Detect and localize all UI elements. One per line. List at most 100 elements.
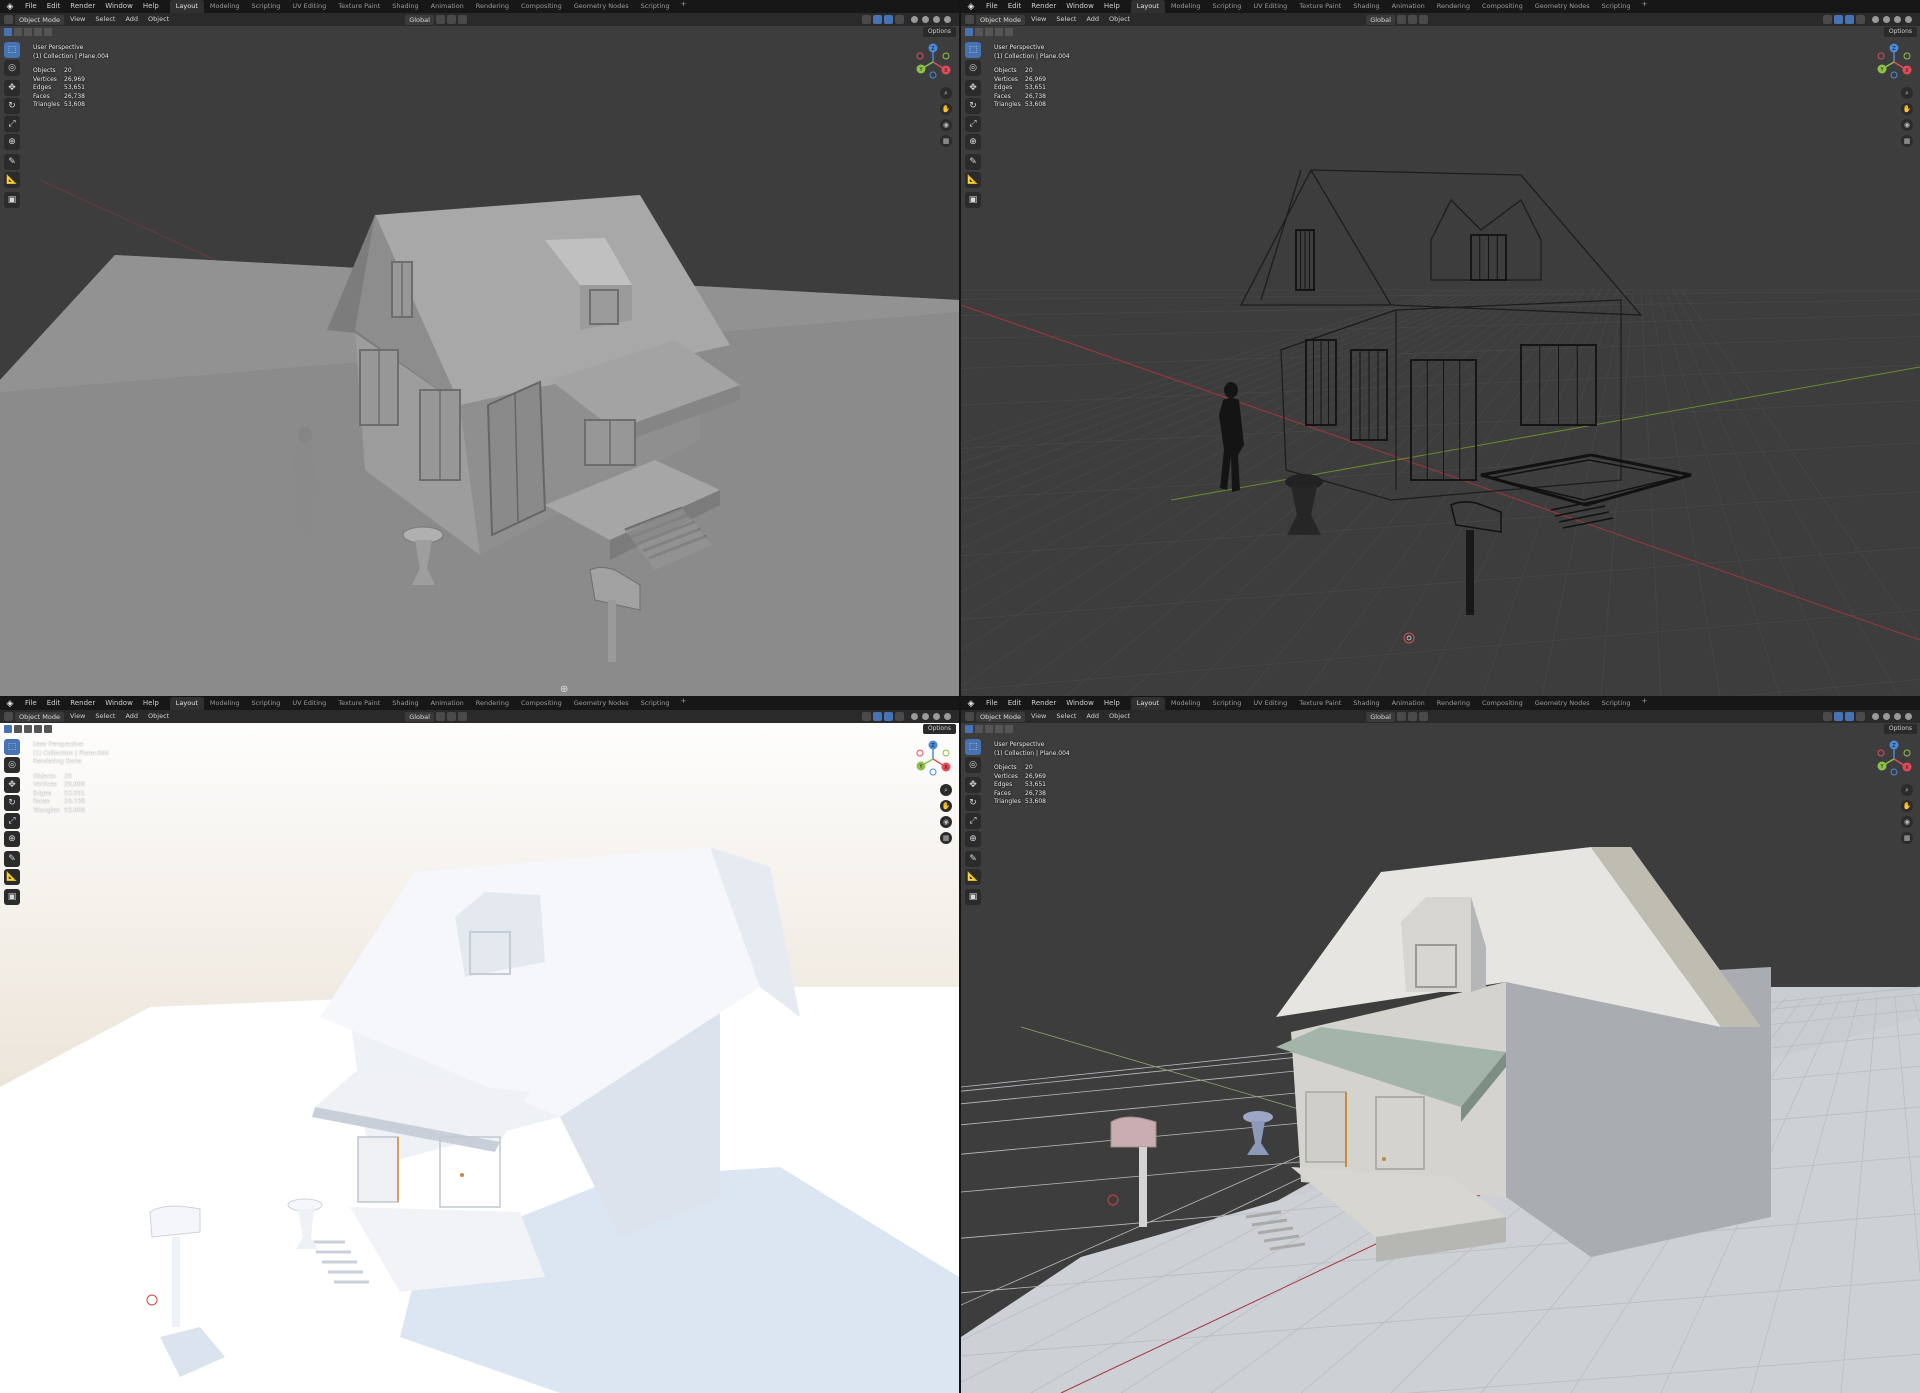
tab-animation[interactable]: Animation: [425, 697, 470, 710]
rotate-icon[interactable]: ↻: [4, 795, 20, 811]
camera-icon[interactable]: ◉: [1901, 119, 1913, 131]
rotate-icon[interactable]: ↻: [965, 795, 981, 811]
select-mode-subtract-icon[interactable]: [985, 28, 993, 36]
visibility-icon[interactable]: [862, 712, 871, 721]
xray-icon[interactable]: [1856, 712, 1865, 721]
menu-add[interactable]: Add: [120, 710, 143, 723]
gizmo-neg-y[interactable]: [1903, 52, 1911, 60]
move-icon[interactable]: ✥: [965, 80, 981, 96]
tab-sculpting[interactable]: Scripting: [1206, 697, 1247, 710]
tab-rendering[interactable]: Rendering: [1431, 0, 1476, 13]
tab-geometry-nodes[interactable]: Geometry Nodes: [568, 0, 635, 13]
gizmo-neg-x[interactable]: [916, 52, 924, 60]
camera-icon[interactable]: ◉: [940, 119, 952, 131]
tab-sculpting[interactable]: Scripting: [1206, 0, 1247, 13]
move-icon[interactable]: ✥: [4, 80, 20, 96]
tab-shading[interactable]: Shading: [1347, 697, 1385, 710]
menu-file[interactable]: File: [981, 697, 1003, 710]
scale-icon[interactable]: ⤢: [4, 116, 20, 132]
tab-geometry-nodes[interactable]: Geometry Nodes: [1529, 0, 1596, 13]
gizmo-neg-x[interactable]: [916, 749, 924, 757]
select-mode-new-icon[interactable]: [4, 28, 12, 36]
annotate-icon[interactable]: ✎: [4, 851, 20, 867]
tab-texture-paint[interactable]: Texture Paint: [332, 697, 386, 710]
measure-icon[interactable]: 📐: [965, 869, 981, 885]
tab-texture-paint[interactable]: Texture Paint: [1293, 697, 1347, 710]
menu-object[interactable]: Object: [1104, 710, 1135, 723]
shading-solid-icon[interactable]: [1882, 712, 1891, 721]
tab-shading[interactable]: Shading: [386, 697, 424, 710]
add-cube-icon[interactable]: ▣: [965, 889, 981, 905]
add-cube-icon[interactable]: ▣: [4, 889, 20, 905]
shading-material-icon[interactable]: [1893, 712, 1902, 721]
menu-help[interactable]: Help: [1099, 697, 1125, 710]
tab-animation[interactable]: Animation: [425, 0, 470, 13]
select-mode-new-icon[interactable]: [965, 725, 973, 733]
navigation-gizmo[interactable]: ZXY: [1874, 739, 1914, 779]
tab-compositing[interactable]: Compositing: [515, 0, 568, 13]
gizmo-neg-z[interactable]: [1890, 768, 1898, 776]
zoom-icon[interactable]: ⌕: [940, 784, 952, 796]
menu-select[interactable]: Select: [1051, 13, 1081, 26]
cursor-icon[interactable]: ◎: [4, 757, 20, 773]
proportional-icon[interactable]: [1418, 15, 1428, 24]
select-mode-intersect-icon[interactable]: [1005, 28, 1013, 36]
proportional-icon[interactable]: [457, 15, 467, 24]
menu-view[interactable]: View: [65, 710, 90, 723]
select-mode-extend-icon[interactable]: [975, 725, 983, 733]
select-mode-new-icon[interactable]: [965, 28, 973, 36]
grid-toggle-icon[interactable]: ▦: [940, 135, 952, 147]
gizmo-neg-z[interactable]: [929, 71, 937, 79]
gizmo-neg-y[interactable]: [1903, 749, 1911, 757]
select-mode-intersect-icon[interactable]: [44, 725, 52, 733]
gizmo-neg-x[interactable]: [1877, 749, 1885, 757]
transform-icon[interactable]: ⊕: [965, 134, 981, 150]
horizontal-divider[interactable]: [0, 696, 1920, 697]
tab-geometry-nodes[interactable]: Geometry Nodes: [568, 697, 635, 710]
transform-icon[interactable]: ⊕: [4, 831, 20, 847]
blender-logo-icon[interactable]: ◈: [965, 1, 977, 13]
viewport-rendered[interactable]: ◈ File Edit Render Window Help Layout Mo…: [0, 697, 959, 1393]
blender-logo-icon[interactable]: ◈: [4, 1, 16, 13]
shading-rendered-icon[interactable]: [943, 15, 952, 24]
tab-rendering[interactable]: Rendering: [1431, 697, 1476, 710]
menu-help[interactable]: Help: [1099, 0, 1125, 13]
rotate-icon[interactable]: ↻: [965, 98, 981, 114]
pan-hand-icon[interactable]: ✋: [1901, 800, 1913, 812]
editor-type-icon[interactable]: [4, 15, 13, 24]
move-icon[interactable]: ✥: [4, 777, 20, 793]
overlay-toggle-icon[interactable]: [1845, 15, 1854, 24]
select-mode-extend-icon[interactable]: [975, 28, 983, 36]
grid-toggle-icon[interactable]: ▦: [1901, 832, 1913, 844]
scale-icon[interactable]: ⤢: [4, 813, 20, 829]
tab-compositing[interactable]: Compositing: [515, 697, 568, 710]
mode-dropdown[interactable]: Object Mode: [15, 14, 64, 25]
tab-scripting[interactable]: Scripting: [1596, 697, 1637, 710]
viewport-solid[interactable]: ⊕ ◈ File Edit Render Window Help Layout …: [0, 0, 959, 696]
shading-material-icon[interactable]: [932, 712, 941, 721]
shading-wireframe-icon[interactable]: [910, 712, 919, 721]
orientation-dropdown[interactable]: Global: [1366, 711, 1395, 722]
tab-scripting[interactable]: Scripting: [635, 0, 676, 13]
gizmo-toggle-icon[interactable]: [873, 15, 882, 24]
menu-view[interactable]: View: [1026, 710, 1051, 723]
menu-add[interactable]: Add: [1081, 13, 1104, 26]
mode-dropdown[interactable]: Object Mode: [976, 14, 1025, 25]
add-cube-icon[interactable]: ▣: [4, 192, 20, 208]
camera-icon[interactable]: ◉: [940, 816, 952, 828]
select-mode-extend-icon[interactable]: [14, 28, 22, 36]
tab-uv-editing[interactable]: UV Editing: [1247, 0, 1293, 13]
gizmo-toggle-icon[interactable]: [873, 712, 882, 721]
menu-help[interactable]: Help: [138, 697, 164, 710]
select-box-icon[interactable]: ⬚: [965, 739, 981, 755]
menu-view[interactable]: View: [1026, 13, 1051, 26]
tab-layout[interactable]: Layout: [169, 697, 204, 710]
tab-shading[interactable]: Shading: [1347, 0, 1385, 13]
pan-hand-icon[interactable]: ✋: [940, 800, 952, 812]
visibility-icon[interactable]: [862, 15, 871, 24]
menu-window[interactable]: Window: [1061, 697, 1099, 710]
tab-modeling[interactable]: Modeling: [1165, 0, 1207, 13]
options-dropdown[interactable]: Options: [922, 724, 956, 734]
editor-type-icon[interactable]: [4, 712, 13, 721]
tab-rendering[interactable]: Rendering: [470, 697, 515, 710]
